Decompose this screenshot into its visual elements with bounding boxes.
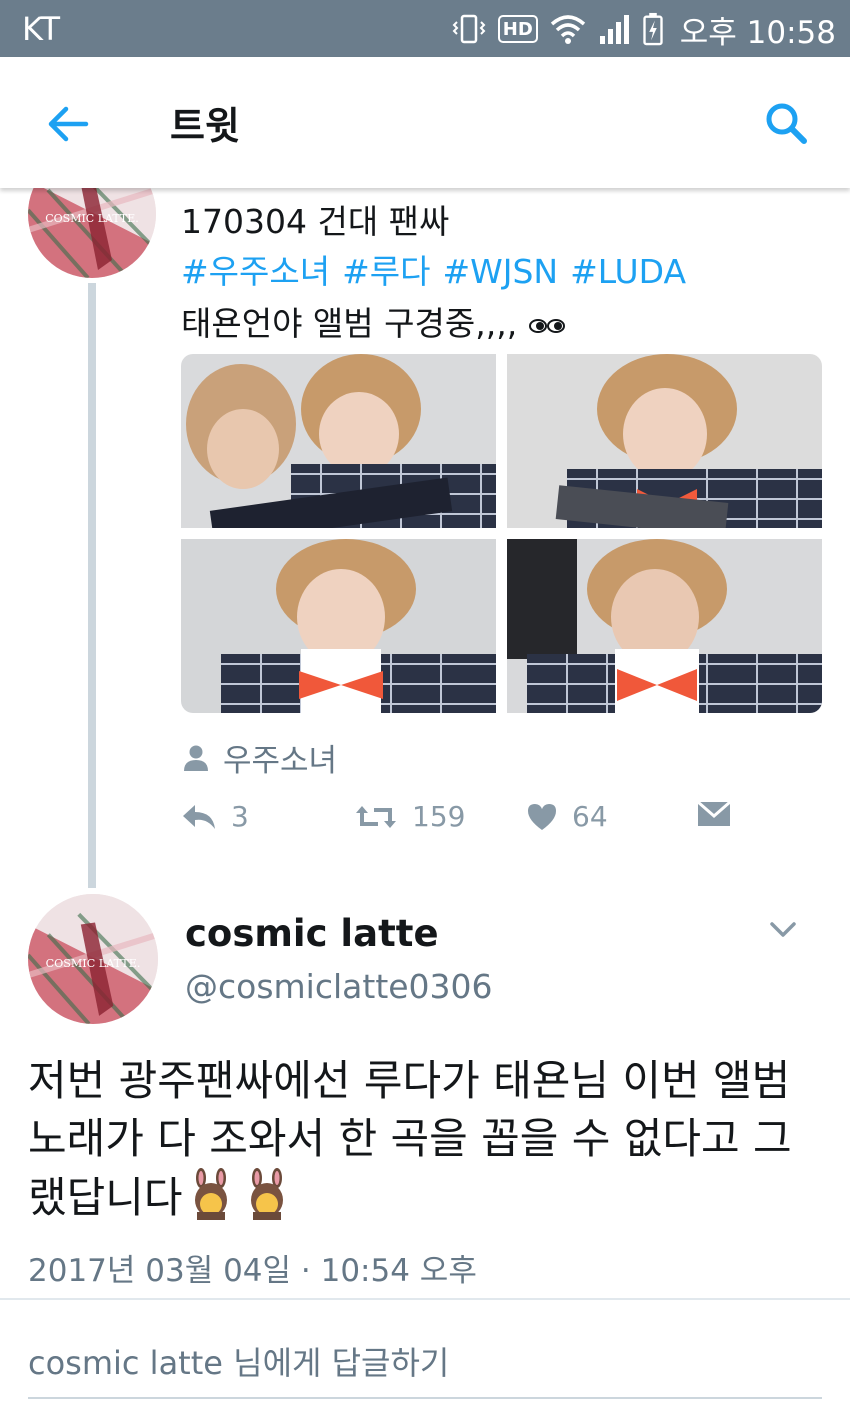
svg-text:COSMIC LATTE.: COSMIC LATTE. [46, 957, 141, 970]
hashtag-link[interactable]: #우주소녀 [181, 252, 330, 291]
avatar-image: COSMIC LATTE. [28, 894, 158, 1024]
user-handle[interactable]: @cosmiclatte0306 [185, 967, 493, 1006]
reply-input[interactable]: cosmic latte 님에게 답글하기 [28, 1338, 449, 1384]
tweet-text-line: 태욘언야 앨범 구경중,,,, [181, 297, 566, 345]
thread-connector [88, 283, 96, 888]
like-button[interactable]: 64 [526, 800, 608, 833]
tweet-timestamp: 2017년 03월 04일 · 10:54 오후 [28, 1253, 477, 1289]
bunny-girl-emoji-icon [250, 1168, 283, 1220]
svg-text:COSMIC LATTE.: COSMIC LATTE. [45, 212, 139, 225]
hd-icon: HD [497, 15, 538, 43]
like-count: 64 [572, 800, 608, 833]
chevron-down-icon[interactable] [768, 916, 798, 942]
tweet-place[interactable]: 우주소녀 [183, 735, 337, 780]
page-title: 트윗 [170, 104, 240, 148]
signal-icon [599, 15, 629, 44]
status-bar: KT HD 오후 10:58 [0, 0, 850, 57]
retweet-count: 159 [412, 800, 466, 833]
direct-message-button[interactable] [697, 800, 731, 828]
status-icons: HD 오후 10:58 [452, 8, 836, 51]
tweet-text-line: 170304 건대 팬싸 [181, 202, 450, 241]
vibrate-icon [452, 14, 486, 44]
photo-grid [181, 354, 822, 713]
avatar[interactable]: COSMIC LATTE. [28, 894, 158, 1024]
battery-icon [643, 12, 663, 46]
retweet-icon [356, 805, 396, 828]
hashtag-link[interactable]: #LUDA [570, 252, 686, 291]
reply-button[interactable]: 3 [181, 800, 249, 833]
person-icon [184, 745, 208, 771]
search-icon[interactable] [762, 99, 810, 147]
hashtag-link[interactable]: #루다 [342, 252, 430, 291]
app-bar: 트윗 [0, 57, 850, 188]
bunny-girl-emoji-icon [194, 1168, 227, 1220]
carrier-label: KT [22, 10, 61, 48]
wifi-icon [550, 15, 585, 44]
hashtag-row: #우주소녀 #루다 #WJSN #LUDA [181, 245, 698, 293]
retweet-button[interactable]: 159 [354, 800, 465, 833]
reply-input-underline [28, 1397, 822, 1399]
hashtag-link[interactable]: #WJSN [442, 252, 558, 291]
heart-icon [528, 803, 556, 830]
divider [0, 1298, 850, 1300]
reply-count: 3 [231, 800, 249, 833]
clock: 오후 10:58 [679, 14, 836, 51]
back-arrow-icon[interactable] [44, 101, 90, 147]
tweet-text: 저번 광주팬싸에선 루다가 태욘님 이번 앨범 노래가 다 조와서 한 곡을 꼽… [28, 1056, 792, 1222]
tweet-photo[interactable] [507, 354, 822, 528]
tweet-photo[interactable] [507, 539, 822, 713]
place-label: 우주소녀 [223, 743, 338, 779]
tweet-photo[interactable] [181, 539, 496, 713]
eyes-emoji-icon [528, 318, 565, 333]
envelope-icon [697, 800, 731, 826]
tweet-text: 태욘언야 앨범 구경중,,,, [181, 304, 518, 343]
display-name[interactable]: cosmic latte [185, 912, 439, 955]
reply-icon [183, 804, 215, 829]
tweet-body: 저번 광주팬싸에선 루다가 태욘님 이번 앨범 노래가 다 조와서 한 곡을 꼽… [28, 1052, 828, 1227]
tweet-photo[interactable] [181, 354, 496, 528]
tweet-actions: 3 159 64 [181, 800, 741, 846]
